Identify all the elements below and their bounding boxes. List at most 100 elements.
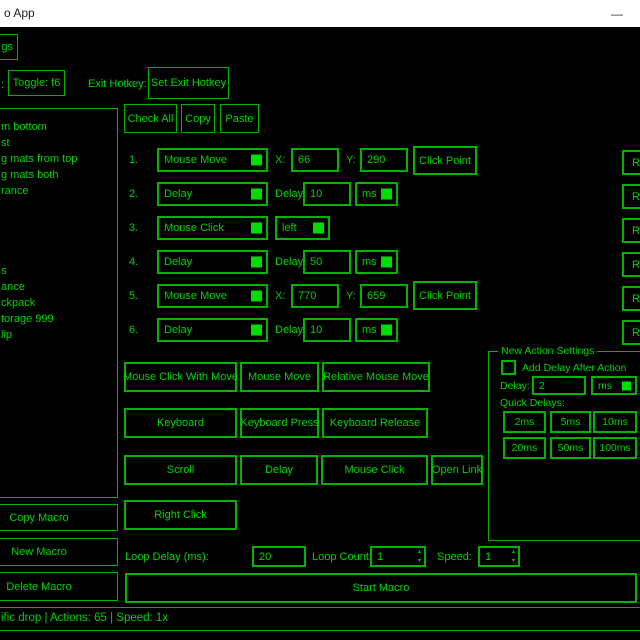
loop-delay-label: Loop Delay (ms): [125,551,209,563]
action-type-value: Delay [164,188,192,200]
remove-label: R [632,259,640,271]
action-type-dropdown[interactable]: Delay [157,318,268,342]
quick-delay-20ms-button[interactable]: 20ms [503,437,546,459]
macro-list-item[interactable]: torage 999 [1,313,54,325]
x-value: 770 [298,290,316,302]
speed-stepper[interactable]: 1 ▴▾ [478,546,520,567]
row-number: 4. [129,256,138,268]
y-input[interactable]: 659 [360,284,408,308]
remove-button[interactable]: R [622,184,640,209]
action-type-value: Mouse Move [164,290,227,302]
macro-list-item[interactable]: ance [1,281,25,293]
x-input[interactable]: 770 [291,284,339,308]
dropdown-arrow-icon [381,325,392,336]
remove-button[interactable]: R [622,150,640,175]
quick-delay-5ms-button[interactable]: 5ms [550,411,591,433]
remove-button[interactable]: R [622,252,640,277]
macro-list-item[interactable]: ckpack [1,297,35,309]
unit-value: ms [362,188,377,200]
mouse-button-dropdown[interactable]: left [275,216,330,240]
action-type-dropdown[interactable]: Mouse Move [157,148,268,172]
macro-list-item[interactable]: lip [1,329,12,341]
delay-input[interactable]: 10 [303,318,351,342]
quick-delay-2ms-button[interactable]: 2ms [503,411,546,433]
y-input[interactable]: 290 [360,148,408,172]
add-delay-checkbox[interactable] [501,360,516,375]
action-type-dropdown[interactable]: Mouse Move [157,284,268,308]
macro-list-item[interactable]: st [1,137,10,149]
check-all-button[interactable]: Check All [124,104,177,133]
loop-count-stepper[interactable]: 1 ▴▾ [370,546,426,567]
copy-button[interactable]: Copy [181,104,215,133]
new-delay-unit-dropdown[interactable]: ms [591,376,637,395]
x-value: 66 [298,154,310,166]
quick-delay-100ms-button[interactable]: 100ms [593,437,637,459]
mouse-move-button[interactable]: Mouse Move [240,362,319,392]
macro-list-item[interactable]: s [1,265,7,277]
remove-button[interactable]: R [622,218,640,243]
minimize-button[interactable]: — [597,0,637,27]
stepper-arrows-icon[interactable]: ▴▾ [418,549,421,564]
action-type-dropdown[interactable]: Delay [157,250,268,274]
stepper-arrows-icon[interactable]: ▴▾ [512,549,515,564]
delay-button[interactable]: Delay [240,455,318,485]
unit-dropdown[interactable]: ms [355,318,398,342]
x-label: X: [275,154,285,166]
start-macro-button[interactable]: Start Macro [125,573,637,603]
action-type-dropdown[interactable]: Delay [157,182,268,206]
new-delay-value: 2 [539,380,545,392]
palette-label: Relative Mouse Move [323,371,429,383]
new-macro-button[interactable]: New Macro [0,538,118,566]
quick-delay-50ms-button[interactable]: 50ms [550,437,591,459]
copy-macro-button[interactable]: Copy Macro [0,504,118,531]
click-point-button[interactable]: Click Point [413,281,477,310]
delay-input[interactable]: 50 [303,250,351,274]
palette-label: Keyboard Press [240,417,318,429]
minimize-icon: — [611,7,623,21]
unit-dropdown[interactable]: ms [355,182,398,206]
toggle-hotkey-label: Toggle: f6 [13,77,61,89]
remove-label: R [632,327,640,339]
remove-button[interactable]: R [622,286,640,311]
delay-label: Delay [275,324,303,336]
delete-macro-button[interactable]: Delete Macro [0,572,118,601]
remove-button[interactable]: R [622,320,640,345]
new-delay-input[interactable]: 2 [532,376,586,395]
macro-list-item[interactable]: m bottom [1,121,47,133]
add-delay-label: Add Delay After Action [522,362,626,374]
loop-delay-value: 20 [259,551,271,563]
exit-hotkey-label: Exit Hotkey: [88,78,147,90]
keyboard-button[interactable]: Keyboard [124,408,237,438]
keyboard-release-button[interactable]: Keyboard Release [322,408,428,438]
speed-label: Speed: [437,551,472,563]
open-link-button[interactable]: Open Link [431,455,483,485]
set-exit-hotkey-button[interactable]: Set Exit Hotkey [148,67,229,99]
click-point-button[interactable]: Click Point [413,146,477,175]
macro-list-item[interactable]: g mats from top [1,153,77,165]
mouse-click-with-move-button[interactable]: Mouse Click With Move [124,362,237,392]
unit-dropdown[interactable]: ms [355,250,398,274]
macro-list-item[interactable]: rance [1,185,29,197]
row-number: 2. [129,188,138,200]
mouse-click-button[interactable]: Mouse Click [321,455,428,485]
delay-value: 50 [310,256,322,268]
loop-count-value: 1 [377,551,383,563]
click-point-label: Click Point [419,290,471,302]
quick-delay-10ms-button[interactable]: 10ms [593,411,637,433]
delay-input[interactable]: 10 [303,182,351,206]
palette-label: Mouse Move [248,371,311,383]
keyboard-press-button[interactable]: Keyboard Press [240,408,319,438]
remove-label: R [632,293,640,305]
paste-button[interactable]: Paste [220,104,259,133]
new-delay-label: Delay: [500,380,530,392]
loop-delay-input[interactable]: 20 [252,546,306,567]
right-click-button[interactable]: Right Click [124,500,237,530]
dropdown-arrow-icon [251,189,262,200]
tab-settings[interactable]: gs [0,34,18,60]
action-type-dropdown[interactable]: Mouse Click [157,216,268,240]
toggle-hotkey-button[interactable]: Toggle: f6 [8,70,65,96]
macro-list-item[interactable]: g mats both [1,169,58,181]
scroll-button[interactable]: Scroll [124,455,237,485]
x-input[interactable]: 66 [291,148,339,172]
relative-mouse-move-button[interactable]: Relative Mouse Move [322,362,430,392]
